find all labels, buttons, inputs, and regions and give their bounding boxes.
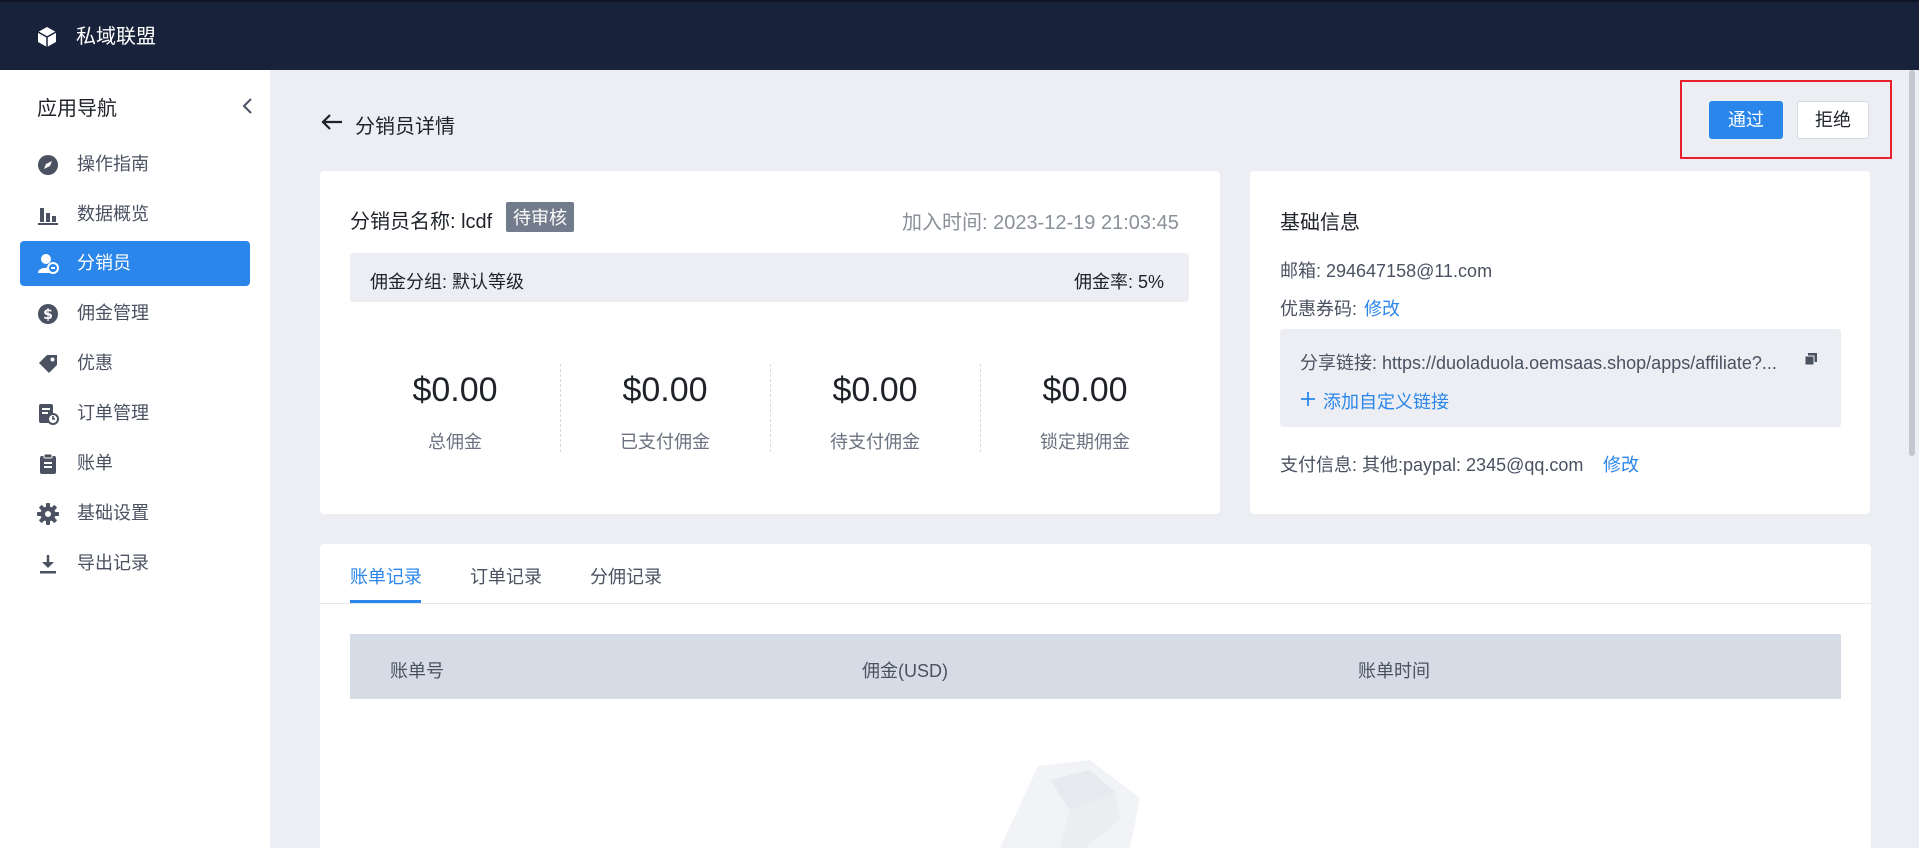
sidebar-item-overview[interactable]: 数据概览 bbox=[20, 192, 250, 237]
download-icon bbox=[40, 555, 56, 574]
join-time: 加入时间: 2023-12-19 21:03:45 bbox=[902, 212, 1179, 234]
stat-locked-value: $0.00 bbox=[1042, 371, 1128, 409]
gear-icon bbox=[37, 503, 59, 525]
svg-text:$: $ bbox=[43, 307, 53, 323]
reject-button[interactable]: 拒绝 bbox=[1797, 101, 1869, 139]
bar-chart-icon bbox=[38, 208, 58, 225]
plus-icon bbox=[1301, 392, 1315, 406]
page-title: 分销员详情 bbox=[355, 116, 455, 138]
stat-pending-label: 待支付佣金 bbox=[830, 432, 920, 452]
share-link-text: 分享链接: https://duoladuola.oemsaas.shop/ap… bbox=[1300, 353, 1777, 373]
stat-paid-value: $0.00 bbox=[622, 371, 708, 409]
sidebar-item-label: 导出记录 bbox=[77, 553, 149, 573]
sidebar-item-label: 基础设置 bbox=[77, 503, 149, 523]
tab-bill-records[interactable]: 账单记录 bbox=[350, 563, 422, 589]
app-title: 私域联盟 bbox=[76, 26, 156, 48]
tabs-divider bbox=[320, 603, 1871, 604]
stat-locked-label: 锁定期佣金 bbox=[1040, 432, 1130, 452]
sidebar-item-label: 操作指南 bbox=[77, 154, 149, 174]
cube-icon bbox=[37, 27, 57, 47]
sidebar-item-commission[interactable]: $ 佣金管理 bbox=[20, 291, 250, 336]
sidebar-item-label: 分销员 bbox=[77, 253, 131, 273]
commission-rate: 佣金率: 5% bbox=[1074, 272, 1165, 292]
order-icon bbox=[39, 404, 59, 425]
sidebar-item-label: 佣金管理 bbox=[77, 303, 149, 323]
sidebar-item-label: 账单 bbox=[77, 453, 113, 473]
sidebar-item-discount[interactable]: 优惠 bbox=[20, 341, 250, 386]
copy-icon[interactable] bbox=[1804, 352, 1818, 366]
column-header-commission: 佣金(USD) bbox=[862, 661, 948, 681]
arrow-left-icon bbox=[321, 114, 342, 130]
clipboard-icon bbox=[40, 453, 56, 474]
add-custom-link-button[interactable]: 添加自定义链接 bbox=[1323, 388, 1449, 414]
sidebar-item-orders[interactable]: 订单管理 bbox=[20, 391, 250, 436]
scrollbar-thumb[interactable] bbox=[1909, 70, 1915, 456]
stat-pending-value: $0.00 bbox=[832, 371, 918, 409]
basic-info-title: 基础信息 bbox=[1280, 212, 1360, 234]
status-badge: 待审核 bbox=[506, 202, 574, 232]
user-group-icon bbox=[38, 254, 59, 274]
affiliate-name: 分销员名称: lcdf bbox=[350, 211, 493, 233]
sidebar-item-label: 订单管理 bbox=[77, 403, 149, 423]
sidebar-item-settings[interactable]: 基础设置 bbox=[20, 491, 250, 536]
approve-button[interactable]: 通过 bbox=[1709, 101, 1783, 139]
sidebar-item-bills[interactable]: 账单 bbox=[20, 441, 250, 486]
sidebar-item-label: 数据概览 bbox=[77, 204, 149, 224]
chevron-left-icon[interactable] bbox=[238, 96, 258, 116]
dollar-circle-icon: $ bbox=[38, 304, 58, 324]
top-bar: 私域联盟 bbox=[0, 0, 1919, 70]
sidebar-item-guide[interactable]: 操作指南 bbox=[20, 142, 250, 187]
column-header-bill-no: 账单号 bbox=[390, 661, 444, 681]
stat-total-label: 总佣金 bbox=[428, 432, 482, 452]
sidebar-item-label: 优惠 bbox=[77, 353, 113, 373]
tag-icon bbox=[39, 355, 57, 373]
compass-icon bbox=[38, 155, 58, 175]
table-header: 账单号 佣金(USD) 账单时间 bbox=[350, 634, 1841, 699]
stat-paid-label: 已支付佣金 bbox=[620, 432, 710, 452]
sidebar-title: 应用导航 bbox=[37, 98, 117, 120]
commission-group: 佣金分组: 默认等级 bbox=[370, 272, 525, 292]
coupon-label: 优惠券码: bbox=[1280, 299, 1358, 319]
sidebar-item-export[interactable]: 导出记录 bbox=[20, 541, 250, 586]
email-text: 邮箱: 294647158@11.com bbox=[1280, 261, 1493, 281]
payment-edit-link[interactable]: 修改 bbox=[1603, 451, 1639, 477]
coupon-edit-link[interactable]: 修改 bbox=[1364, 295, 1400, 321]
empty-state-illustration bbox=[1000, 760, 1140, 848]
column-header-bill-time: 账单时间 bbox=[1358, 661, 1430, 681]
sidebar-item-affiliates[interactable]: 分销员 bbox=[20, 241, 250, 286]
payment-info-text: 支付信息: 其他:paypal: 2345@qq.com bbox=[1280, 455, 1584, 475]
tab-order-records[interactable]: 订单记录 bbox=[470, 563, 542, 589]
tab-commission-records[interactable]: 分佣记录 bbox=[590, 563, 662, 589]
stat-total-value: $0.00 bbox=[412, 371, 498, 409]
